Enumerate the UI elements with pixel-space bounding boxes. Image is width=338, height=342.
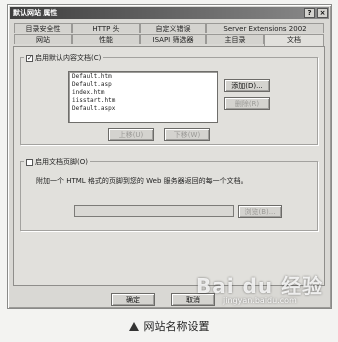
documents-panel: ✓ 启用默认内容文档(C) Default.htm Default.asp in… [13,46,325,286]
enable-default-docs-label: 启用默认内容文档(C) [35,54,102,62]
list-item[interactable]: Default.htm [72,73,214,81]
tab-server-extensions[interactable]: Server Extensions 2002 [206,23,324,33]
enable-footer[interactable]: 启用文档页脚(O) [24,157,90,167]
title-bar: 默认网站 属性 ? × [10,7,329,19]
tab-custom-errors[interactable]: 自定义错误 [140,23,206,33]
tab-documents[interactable]: 文档 [264,34,324,46]
list-item[interactable]: Default.asp [72,81,214,89]
tab-website[interactable]: 网站 [14,34,72,44]
window-title: 默认网站 属性 [13,9,58,17]
tab-directory-security[interactable]: 目录安全性 [14,23,72,33]
ok-button[interactable]: 确定 [111,293,155,306]
tab-home-directory[interactable]: 主目录 [206,34,264,44]
list-item[interactable]: Default.aspx [72,105,214,113]
footer-group [20,161,318,231]
list-item[interactable]: iisstart.htm [72,97,214,105]
triangle-icon [128,322,139,331]
properties-dialog: 默认网站 属性 ? × 目录安全性 HTTP 头 自定义错误 Server Ex… [7,4,332,309]
remove-button[interactable]: 删除(R) [224,97,270,110]
baidu-watermark: Bai du 经验 [196,274,324,298]
move-up-button[interactable]: 上移(U) [108,128,154,141]
caption-text: 网站名称设置 [143,320,210,333]
help-button[interactable]: ? [304,8,315,18]
baidu-watermark-url: jingyan.baidu.com [223,296,297,305]
enable-footer-label: 启用文档页脚(O) [35,158,88,166]
enable-default-docs-checkbox[interactable]: ✓ [26,54,33,62]
move-down-button[interactable]: 下移(W) [164,128,210,141]
tab-performance[interactable]: 性能 [72,34,140,44]
enable-footer-checkbox[interactable] [26,158,33,166]
browse-button[interactable]: 浏览(B)... [238,205,282,218]
enable-default-docs[interactable]: ✓ 启用默认内容文档(C) [24,53,104,63]
footer-path-input[interactable] [74,205,234,217]
default-docs-list[interactable]: Default.htm Default.asp index.htm iissta… [68,71,218,123]
figure-caption: 网站名称设置 [0,318,338,334]
add-button[interactable]: 添加(D)... [224,79,270,92]
tab-http-headers[interactable]: HTTP 头 [72,23,140,33]
close-button[interactable]: × [317,8,328,18]
list-item[interactable]: index.htm [72,89,214,97]
footer-description: 附加一个 HTML 格式的页脚到您的 Web 服务器返回的每一个文档。 [36,177,248,185]
tab-isapi-filters[interactable]: ISAPI 筛选器 [140,34,206,44]
